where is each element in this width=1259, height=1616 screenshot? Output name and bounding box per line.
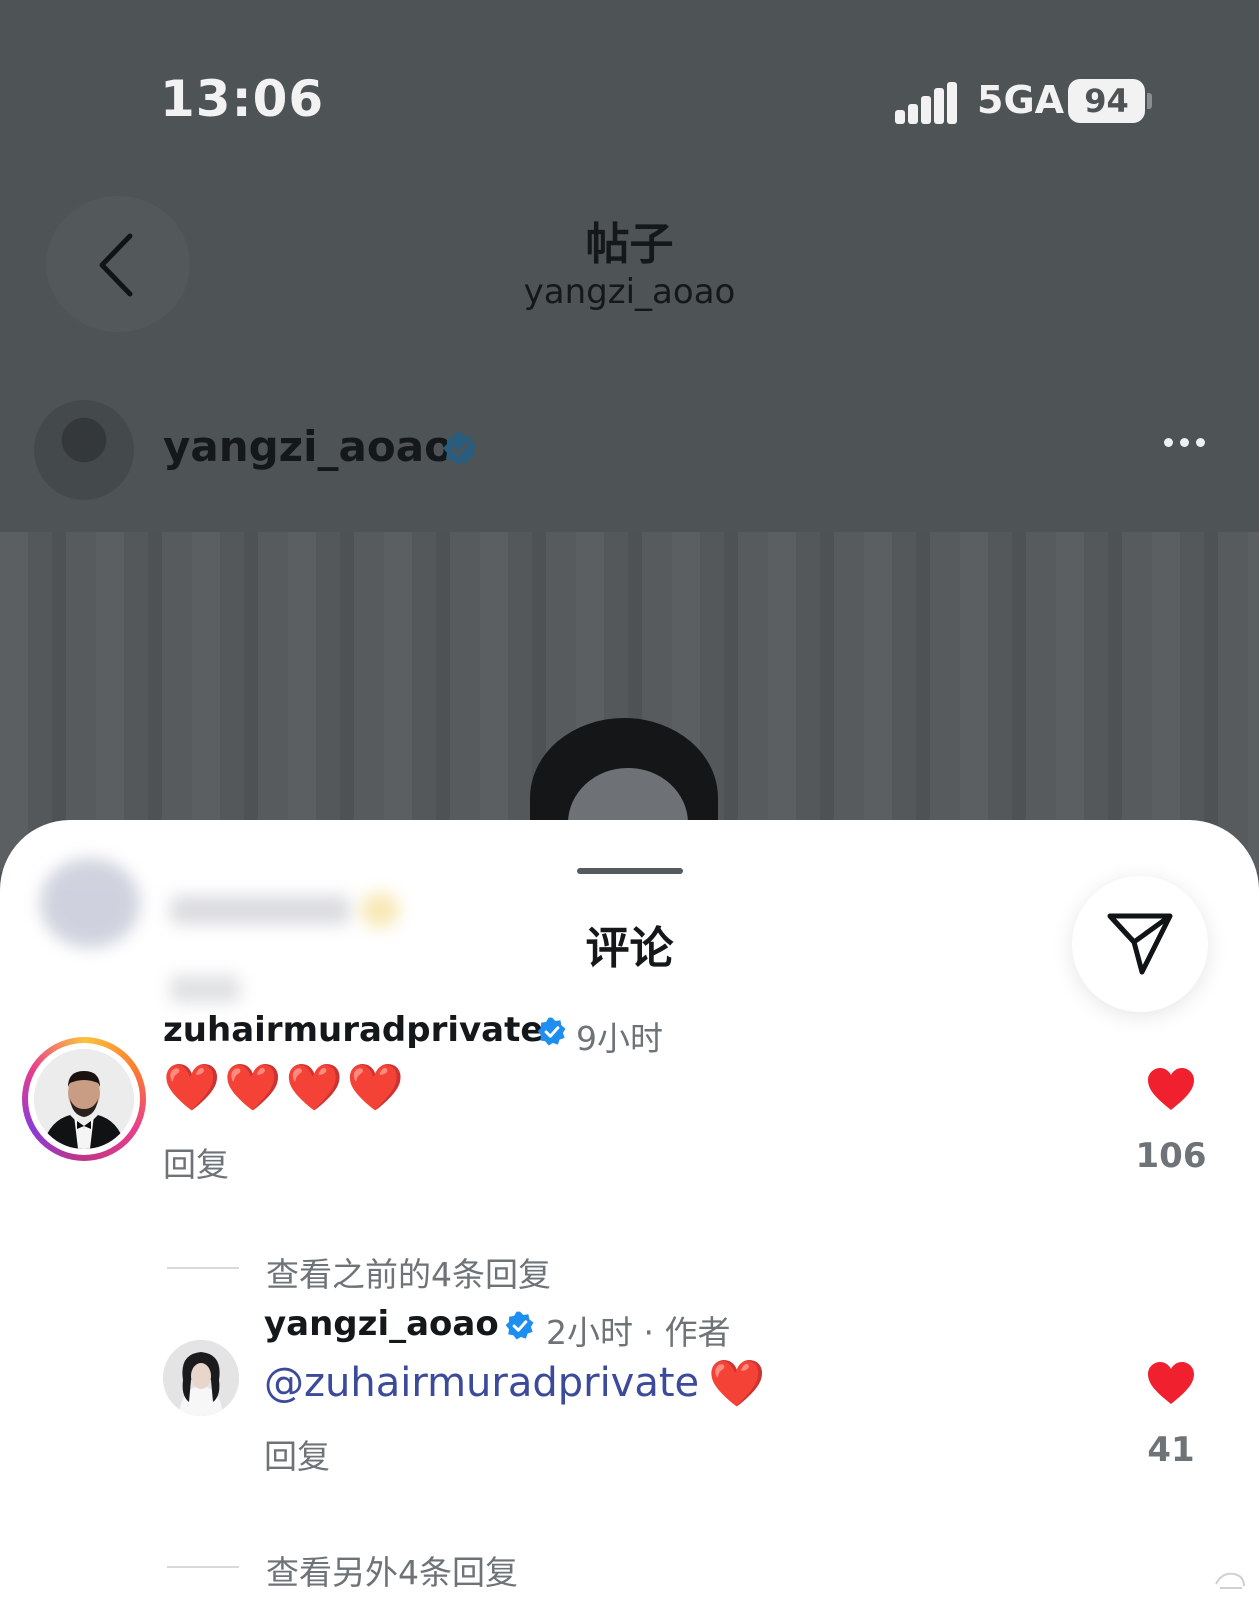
- share-send-icon: [1107, 913, 1173, 975]
- reply-button[interactable]: 回复: [163, 1138, 229, 1186]
- comment-username[interactable]: zuhairmuradprivate: [163, 1010, 543, 1050]
- reply-avatar[interactable]: [163, 1340, 239, 1416]
- heart-icon[interactable]: [1146, 1066, 1196, 1112]
- share-button[interactable]: [1072, 876, 1208, 1012]
- battery-icon: 94: [1068, 79, 1145, 123]
- watermark-icon: [1215, 1572, 1245, 1589]
- heart-icon[interactable]: [1146, 1360, 1196, 1406]
- view-more-replies[interactable]: 查看另外4条回复: [266, 1546, 518, 1594]
- comment-text: ❤️❤️❤️❤️: [163, 1060, 409, 1114]
- reply-username[interactable]: yangzi_aoao: [264, 1304, 499, 1344]
- verified-badge-icon: [537, 1017, 566, 1046]
- page-subtitle: yangzi_aoao: [523, 272, 736, 312]
- view-previous-replies[interactable]: 查看之前的4条回复: [266, 1248, 551, 1296]
- battery-tip: [1147, 93, 1152, 109]
- page-title: 帖子: [585, 219, 674, 270]
- like-count: 106: [1135, 1136, 1207, 1176]
- comments-sheet: 评论 zuhairmuradprivate 9小时 ❤️❤️❤️❤️ 回复 10…: [0, 820, 1259, 1616]
- divider-line: [167, 1566, 239, 1568]
- post-author-username[interactable]: yangzi_aoao: [163, 422, 453, 471]
- like-count: 41: [1147, 1430, 1195, 1470]
- reply-button[interactable]: 回复: [264, 1430, 330, 1478]
- post-author-avatar[interactable]: [34, 400, 134, 500]
- verified-badge-icon: [443, 432, 476, 465]
- reply-mention-link[interactable]: @zuhairmuradprivate: [264, 1360, 699, 1406]
- avatar-photo: [34, 1049, 134, 1149]
- network-type: 5GA: [977, 78, 1065, 122]
- status-time: 13:06: [160, 70, 325, 128]
- background-post-page: 13:06 5GA 94 帖子 yangzi_aoao yangzi_aoao: [0, 0, 1259, 900]
- signal-icon: [895, 80, 957, 124]
- reply-emoji: ❤️: [708, 1356, 770, 1410]
- comment-time: 9小时: [576, 1019, 663, 1058]
- verified-badge-icon: [505, 1311, 534, 1340]
- commenter-avatar[interactable]: [22, 1037, 146, 1161]
- divider-line: [167, 1267, 239, 1269]
- sheet-drag-handle[interactable]: [577, 868, 683, 874]
- reply-meta: 2小时 · 作者: [546, 1313, 731, 1352]
- sheet-title: 评论: [585, 923, 674, 974]
